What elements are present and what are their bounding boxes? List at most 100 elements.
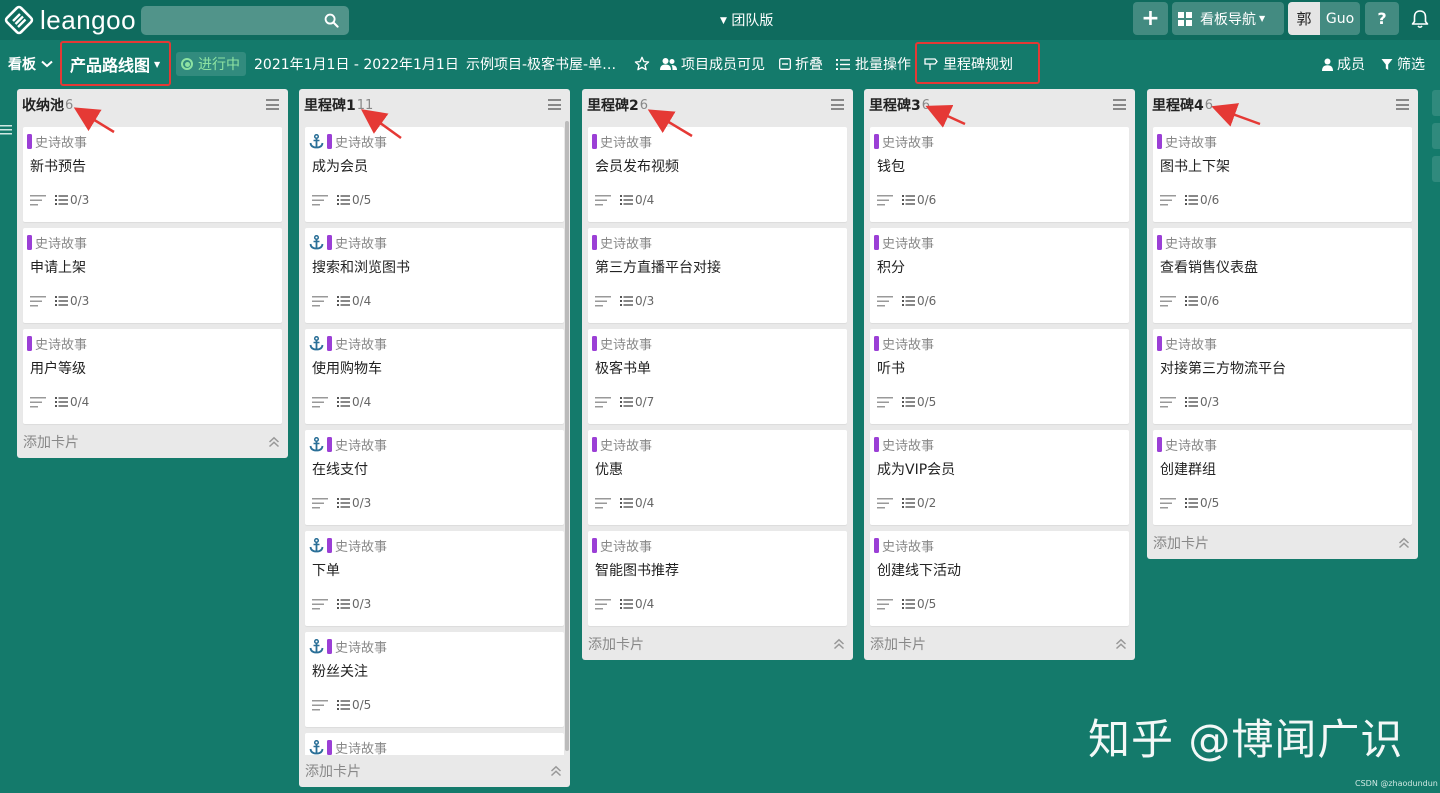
board-name-dropdown[interactable]: 产品路线图 ▼ bbox=[70, 40, 160, 88]
board-nav-button[interactable]: 看板导航 ▼ bbox=[1172, 2, 1284, 35]
card[interactable]: 史诗故事 创建群组 0/5 bbox=[1153, 430, 1412, 525]
card-title: 创建群组 bbox=[1160, 462, 1216, 478]
collapse-up-icon[interactable] bbox=[1398, 537, 1410, 549]
members-button[interactable]: 成员 bbox=[1322, 40, 1365, 88]
collapse-up-icon[interactable] bbox=[268, 436, 280, 448]
caret-down-icon: ▼ bbox=[720, 16, 727, 26]
card[interactable]: 史诗故事 创建线下活动 0/5 bbox=[870, 531, 1129, 626]
add-card-button[interactable]: 添加卡片 bbox=[299, 755, 570, 787]
plus-icon: + bbox=[1141, 6, 1160, 31]
menu-icon[interactable] bbox=[1113, 99, 1126, 110]
checklist-progress: 0/3 bbox=[70, 294, 90, 308]
collapse-up-icon[interactable] bbox=[833, 638, 845, 650]
card[interactable]: 史诗故事 成为会员 0/5 bbox=[305, 127, 564, 222]
right-edge-tab[interactable] bbox=[1432, 90, 1440, 116]
menu-icon[interactable] bbox=[831, 99, 844, 110]
card-meta: 0/6 bbox=[1160, 193, 1219, 207]
help-icon: ? bbox=[1377, 9, 1387, 28]
card[interactable]: 史诗故事 使用购物车 0/4 bbox=[305, 329, 564, 424]
tag-color-bar bbox=[592, 437, 597, 452]
tag-label: 史诗故事 bbox=[1165, 338, 1218, 353]
star-button[interactable] bbox=[634, 40, 650, 88]
add-card-button[interactable]: 添加卡片 bbox=[1147, 527, 1418, 559]
card[interactable]: 史诗故事 用户等级 0/4 bbox=[23, 329, 282, 424]
add-button[interactable]: + bbox=[1133, 2, 1168, 35]
view-switcher[interactable]: 看板 bbox=[8, 40, 53, 88]
card[interactable]: 史诗故事 会员发布视频 0/4 bbox=[588, 127, 847, 222]
column-scrollbar[interactable] bbox=[565, 121, 569, 751]
card[interactable]: 史诗故事 查看销售仪表盘 0/6 bbox=[1153, 228, 1412, 323]
collapse-up-icon[interactable] bbox=[550, 765, 562, 777]
leangoo-logo-icon bbox=[4, 5, 34, 35]
search-input[interactable] bbox=[141, 6, 349, 35]
column-header[interactable]: 里程碑1 11 bbox=[299, 89, 570, 121]
card-tag: 史诗故事 bbox=[309, 132, 387, 151]
user-menu[interactable]: 郭 Guo bbox=[1288, 2, 1360, 35]
add-card-button[interactable]: 添加卡片 bbox=[17, 426, 288, 458]
column-header[interactable]: 里程碑4 6 bbox=[1147, 89, 1418, 121]
project-link[interactable]: 示例项目-极客书屋-单… bbox=[466, 40, 616, 88]
milestone-plan-button[interactable]: 里程碑规划 bbox=[924, 40, 1013, 88]
column-header[interactable]: 里程碑3 6 bbox=[864, 89, 1135, 121]
side-menu-handle-icon[interactable] bbox=[0, 124, 12, 136]
card[interactable]: 史诗故事 下单 0/3 bbox=[305, 531, 564, 626]
fold-button[interactable]: 折叠 bbox=[779, 40, 823, 88]
card[interactable]: 史诗故事 搜索和浏览图书 0/4 bbox=[305, 228, 564, 323]
menu-icon[interactable] bbox=[548, 99, 561, 110]
tag-color-bar bbox=[592, 134, 597, 149]
description-icon bbox=[30, 295, 46, 306]
column-card-count: 11 bbox=[356, 97, 374, 113]
tag-label: 史诗故事 bbox=[335, 742, 388, 755]
right-edge-tab[interactable] bbox=[1432, 123, 1440, 149]
card[interactable]: 史诗故事 极客书单 0/7 bbox=[588, 329, 847, 424]
right-edge-tab[interactable] bbox=[1432, 156, 1440, 182]
description-icon bbox=[312, 699, 328, 710]
card-meta: 0/5 bbox=[877, 597, 936, 611]
card[interactable]: 史诗故事 智能图书推荐 0/4 bbox=[588, 531, 847, 626]
card[interactable]: 史诗故事 图书上下架 0/6 bbox=[1153, 127, 1412, 222]
checklist-icon bbox=[337, 498, 350, 508]
tag-color-bar bbox=[327, 336, 332, 351]
tag-label: 史诗故事 bbox=[335, 641, 388, 656]
description-icon bbox=[30, 194, 46, 205]
notification-button[interactable] bbox=[1403, 2, 1437, 35]
status-badge[interactable]: 进行中 bbox=[176, 40, 246, 88]
card-meta: 0/3 bbox=[1160, 395, 1219, 409]
card[interactable]: 史诗故事 bbox=[305, 733, 564, 755]
card[interactable]: 史诗故事 第三方直播平台对接 0/3 bbox=[588, 228, 847, 323]
description-icon bbox=[312, 497, 328, 508]
card[interactable]: 史诗故事 对接第三方物流平台 0/3 bbox=[1153, 329, 1412, 424]
card[interactable]: 史诗故事 优惠 0/4 bbox=[588, 430, 847, 525]
menu-icon[interactable] bbox=[266, 99, 279, 110]
logo[interactable]: leangoo bbox=[4, 4, 136, 36]
tag-label: 史诗故事 bbox=[335, 338, 388, 353]
add-card-button[interactable]: 添加卡片 bbox=[582, 628, 853, 660]
bell-icon bbox=[1411, 9, 1429, 28]
card-meta: 0/3 bbox=[312, 496, 371, 510]
card[interactable]: 史诗故事 听书 0/5 bbox=[870, 329, 1129, 424]
card[interactable]: 史诗故事 粉丝关注 0/5 bbox=[305, 632, 564, 727]
card[interactable]: 史诗故事 积分 0/6 bbox=[870, 228, 1129, 323]
card[interactable]: 史诗故事 在线支付 0/3 bbox=[305, 430, 564, 525]
search-icon[interactable] bbox=[324, 13, 339, 28]
visibility-button[interactable]: 项目成员可见 bbox=[660, 40, 765, 88]
filter-button[interactable]: 筛选 bbox=[1381, 40, 1425, 88]
column-card-count: 6 bbox=[921, 97, 931, 113]
collapse-up-icon[interactable] bbox=[1115, 638, 1127, 650]
checklist-progress: 0/6 bbox=[1200, 294, 1220, 308]
card[interactable]: 史诗故事 钱包 0/6 bbox=[870, 127, 1129, 222]
add-card-button[interactable]: 添加卡片 bbox=[864, 628, 1135, 660]
column-header[interactable]: 收纳池 6 bbox=[17, 89, 288, 121]
card[interactable]: 史诗故事 新书预告 0/3 bbox=[23, 127, 282, 222]
search-box bbox=[141, 6, 349, 35]
help-button[interactable]: ? bbox=[1365, 2, 1399, 35]
date-range[interactable]: 2021年1月1日 - 2022年1月1日 bbox=[254, 40, 459, 88]
batch-button[interactable]: 批量操作 bbox=[836, 40, 911, 88]
description-icon bbox=[1160, 497, 1176, 508]
column-header[interactable]: 里程碑2 6 bbox=[582, 89, 853, 121]
edition-switcher[interactable]: ▼ 团队版 bbox=[720, 10, 773, 30]
card[interactable]: 史诗故事 成为VIP会员 0/2 bbox=[870, 430, 1129, 525]
card[interactable]: 史诗故事 申请上架 0/3 bbox=[23, 228, 282, 323]
board-name: 产品路线图 bbox=[70, 56, 151, 75]
menu-icon[interactable] bbox=[1396, 99, 1409, 110]
